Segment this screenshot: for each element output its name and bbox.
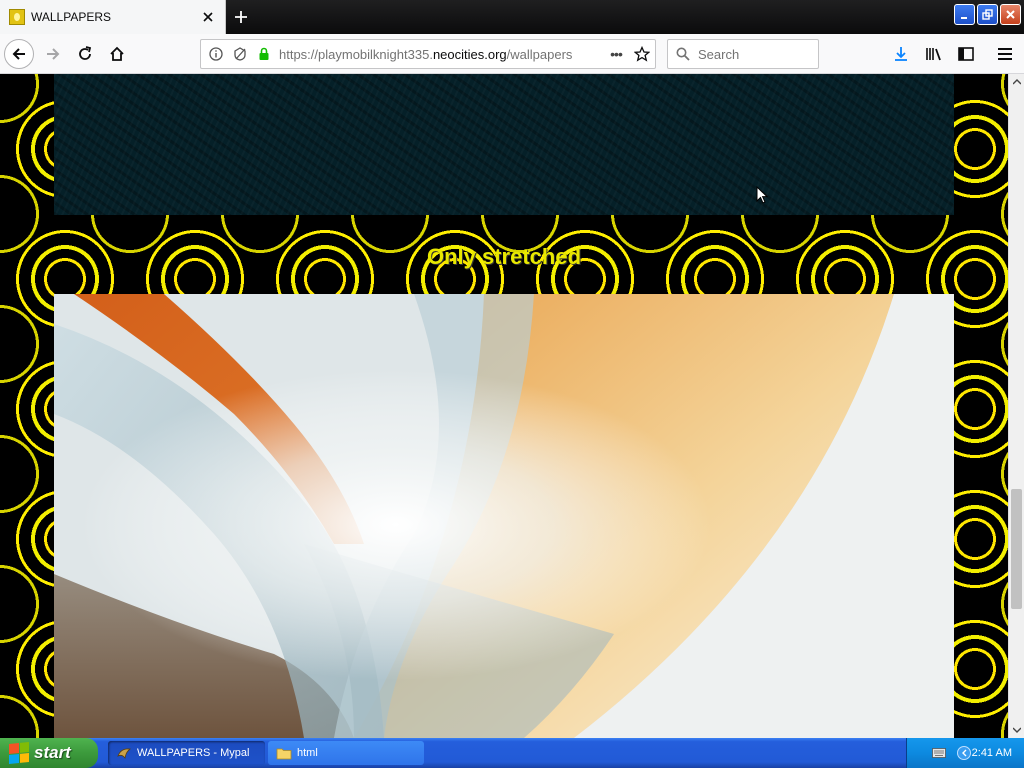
url-prefix: https://playmobilknight335. (279, 46, 433, 62)
address-bar[interactable]: https://playmobilknight335.neocities.org… (200, 39, 656, 69)
clock[interactable]: 2:41 AM (972, 747, 1012, 759)
search-box[interactable] (667, 39, 819, 69)
info-icon[interactable] (207, 45, 225, 63)
mypal-browser-icon (116, 745, 132, 761)
tab-wallpapers[interactable]: WALLPAPERS (0, 0, 226, 34)
new-tab-button[interactable] (228, 4, 254, 30)
window-controls (954, 4, 1024, 28)
back-button[interactable] (4, 39, 34, 69)
taskbar-item-folder[interactable]: html (268, 741, 424, 765)
hamburger-menu-icon (998, 48, 1012, 60)
system-tray: 2:41 AM (906, 738, 1024, 768)
scroll-up-arrow-icon[interactable] (1009, 74, 1024, 90)
wallpaper-preview-stretched[interactable] (54, 294, 954, 738)
keyboard-icon[interactable] (931, 747, 947, 759)
scroll-down-arrow-icon[interactable] (1009, 722, 1024, 738)
tracking-protection-icon[interactable] (231, 45, 249, 63)
menu-button[interactable] (990, 39, 1020, 69)
downloads-button[interactable] (886, 39, 916, 69)
taskbar: start WALLPAPERS - Mypal html 2:41 AM (0, 738, 1024, 768)
section-title: Only stretched (426, 244, 582, 269)
folder-icon (276, 745, 292, 761)
windows-logo-icon (9, 741, 29, 765)
start-button[interactable]: start (0, 738, 98, 768)
download-arrow-icon (895, 47, 907, 61)
start-label: start (34, 743, 71, 762)
navigation-toolbar: https://playmobilknight335.neocities.org… (0, 34, 1024, 74)
back-arrow-icon (12, 48, 25, 60)
forward-button[interactable] (38, 39, 68, 69)
secure-lock-icon[interactable] (255, 45, 273, 63)
taskbar-item-label: WALLPAPERS - Mypal (137, 747, 250, 759)
taskbar-item-browser[interactable]: WALLPAPERS - Mypal (108, 741, 265, 765)
search-input[interactable] (698, 46, 808, 62)
forward-arrow-icon (47, 48, 60, 60)
reload-button[interactable] (70, 39, 100, 69)
library-icon (926, 48, 941, 61)
chevron-left-icon (962, 749, 967, 757)
vertical-scrollbar[interactable] (1008, 74, 1024, 738)
library-button[interactable] (919, 39, 949, 69)
site-favicon-icon (9, 9, 25, 25)
bookmark-star-icon[interactable] (629, 41, 655, 67)
home-icon (110, 46, 124, 61)
taskbar-item-label: html (297, 747, 318, 759)
page-actions-button[interactable]: ••• (603, 46, 629, 62)
url-path: /wallpapers (506, 46, 573, 62)
wallpaper-image (54, 294, 954, 738)
minimize-button[interactable] (954, 4, 975, 25)
sidebar-icon (958, 47, 974, 61)
show-hidden-icons-button[interactable] (957, 746, 971, 760)
sidebar-toggle-button[interactable] (951, 39, 981, 69)
reload-icon (79, 46, 92, 60)
page-content: Only stretched (0, 74, 1008, 738)
search-icon (674, 45, 692, 63)
mouse-cursor-icon (756, 186, 768, 204)
home-button[interactable] (102, 39, 132, 69)
tab-title: WALLPAPERS (31, 10, 112, 24)
tab-strip: WALLPAPERS (0, 0, 1024, 34)
close-window-button[interactable] (1000, 4, 1021, 25)
tab-close-icon[interactable] (199, 8, 217, 26)
restore-button[interactable] (977, 4, 998, 25)
url-text[interactable]: https://playmobilknight335.neocities.org… (279, 47, 603, 62)
url-domain: neocities.org (432, 46, 507, 62)
scrollbar-thumb[interactable] (1011, 489, 1022, 610)
wallpaper-preview-dark[interactable] (54, 74, 954, 215)
